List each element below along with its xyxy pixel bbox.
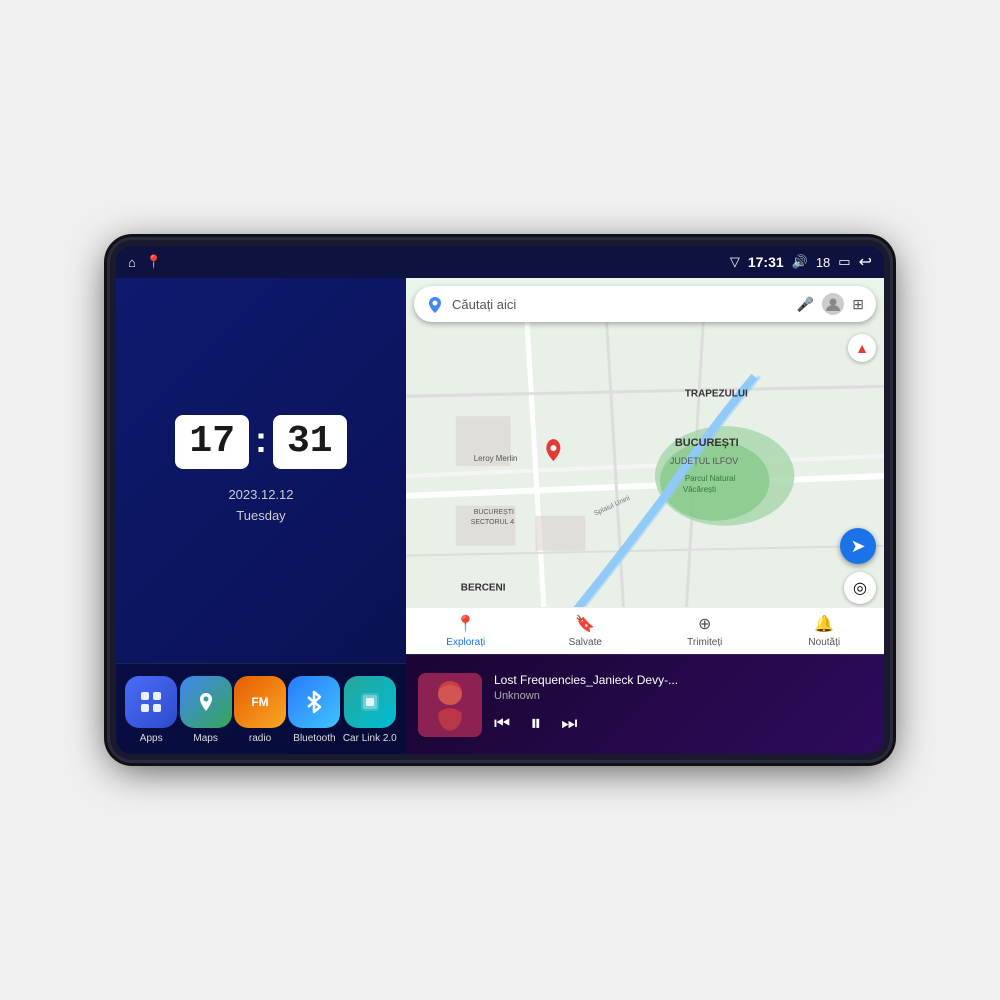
layers-icon[interactable]: ⊞ — [852, 296, 864, 313]
svg-text:BUCUREȘTI: BUCUREȘTI — [474, 509, 514, 516]
music-section: Lost Frequencies_Janieck Devy-... Unknow… — [406, 654, 884, 754]
saved-label: Salvate — [569, 637, 602, 648]
svg-text:Parcul Natural: Parcul Natural — [685, 474, 736, 483]
clock-minutes: 31 — [287, 420, 333, 463]
status-bar: ⌂ 📍 ▽ 17:31 🔊 18 ▭ ↩ — [116, 246, 884, 278]
apps-icon — [125, 676, 177, 728]
left-panel: 17 : 31 2023.12.12 Tuesday — [116, 278, 406, 754]
battery-icon: ▭ — [838, 254, 850, 270]
maps-label: Maps — [193, 733, 217, 744]
explore-icon: 📍 — [456, 614, 476, 634]
clock-hours: 17 — [189, 420, 235, 463]
radio-label: radio — [249, 733, 271, 744]
contribute-icon: ⊕ — [698, 614, 711, 634]
svg-text:Văcărești: Văcărești — [683, 485, 716, 494]
navigation-btn[interactable]: ➤ — [840, 528, 876, 564]
apps-section: Apps Maps FM radi — [116, 663, 406, 754]
bluetooth-label: Bluetooth — [293, 733, 335, 744]
status-left: ⌂ 📍 — [128, 254, 162, 270]
voice-search-icon[interactable]: 🎤 — [797, 296, 814, 313]
map-section[interactable]: TRAPEZULUI BUCUREȘTI JUDEȚUL ILFOV BERCE… — [406, 278, 884, 654]
screen: ⌂ 📍 ▽ 17:31 🔊 18 ▭ ↩ 17 — [116, 246, 884, 754]
svg-text:SECTORUL 4: SECTORUL 4 — [471, 519, 514, 526]
nav-explore[interactable]: 📍 Explorați — [406, 608, 526, 654]
account-icon[interactable] — [822, 293, 844, 315]
clock-date-section: 2023.12.12 Tuesday — [228, 485, 293, 527]
clock-section: 17 : 31 2023.12.12 Tuesday — [116, 278, 406, 663]
map-search-actions: 🎤 ⊞ — [797, 293, 864, 315]
map-search-text: Căutați aici — [452, 297, 789, 312]
google-maps-icon — [426, 295, 444, 313]
next-button[interactable]: ⏭ — [561, 713, 577, 734]
nav-news[interactable]: 🔔 Noutăți — [765, 608, 885, 654]
nav-saved[interactable]: 🔖 Salvate — [526, 608, 646, 654]
contribute-label: Trimiteți — [687, 637, 722, 648]
app-item-carlink[interactable]: Car Link 2.0 — [343, 676, 397, 744]
location-btn[interactable]: ◎ — [844, 572, 876, 604]
right-panel: TRAPEZULUI BUCUREȘTI JUDEȚUL ILFOV BERCE… — [406, 278, 884, 754]
bluetooth-app-icon — [288, 676, 340, 728]
app-item-radio[interactable]: FM radio — [234, 676, 286, 744]
music-title: Lost Frequencies_Janieck Devy-... — [494, 673, 872, 687]
explore-label: Explorați — [446, 637, 485, 648]
clock-minutes-block: 31 — [273, 415, 347, 469]
music-artist: Unknown — [494, 690, 872, 702]
news-label: Noutăți — [808, 637, 840, 648]
news-icon: 🔔 — [814, 614, 834, 634]
home-icon[interactable]: ⌂ — [128, 255, 136, 270]
clock-display: 17 : 31 — [175, 415, 346, 469]
clock-hours-block: 17 — [175, 415, 249, 469]
clock-date: 2023.12.12 — [228, 485, 293, 506]
back-icon[interactable]: ↩ — [859, 252, 872, 272]
music-controls: ⏮ ⏸ ⏭ — [494, 710, 872, 736]
volume-level: 18 — [816, 255, 830, 270]
svg-text:TRAPEZULUI: TRAPEZULUI — [685, 388, 748, 399]
clock-weekday: Tuesday — [228, 506, 293, 527]
maps-status-icon[interactable]: 📍 — [146, 254, 162, 270]
saved-icon: 🔖 — [575, 614, 595, 634]
compass-icon: ▲ — [848, 334, 876, 362]
carlink-icon — [344, 676, 396, 728]
app-item-bluetooth[interactable]: Bluetooth — [288, 676, 340, 744]
album-art — [418, 673, 482, 737]
main-area: 17 : 31 2023.12.12 Tuesday — [116, 278, 884, 754]
nav-contribute[interactable]: ⊕ Trimiteți — [645, 608, 765, 654]
map-search-bar[interactable]: Căutați aici 🎤 ⊞ — [414, 286, 876, 322]
car-display-device: ⌂ 📍 ▽ 17:31 🔊 18 ▭ ↩ 17 — [110, 240, 890, 760]
svg-text:BUCUREȘTI: BUCUREȘTI — [675, 437, 739, 449]
radio-app-icon: FM — [234, 676, 286, 728]
app-item-apps[interactable]: Apps — [125, 676, 177, 744]
svg-text:Leroy Merlin: Leroy Merlin — [474, 454, 518, 463]
map-nav-bar: 📍 Explorați 🔖 Salvate ⊕ Trimiteți 🔔 — [406, 607, 884, 654]
music-info: Lost Frequencies_Janieck Devy-... Unknow… — [494, 673, 872, 736]
status-right: ▽ 17:31 🔊 18 ▭ ↩ — [730, 252, 872, 272]
svg-text:JUDEȚUL ILFOV: JUDEȚUL ILFOV — [670, 456, 738, 466]
prev-button[interactable]: ⏮ — [494, 713, 510, 734]
maps-icon — [180, 676, 232, 728]
svg-text:BERCENI: BERCENI — [461, 582, 506, 593]
volume-icon: 🔊 — [792, 254, 808, 270]
play-pause-button[interactable]: ⏸ — [530, 710, 541, 736]
clock-colon: : — [255, 422, 267, 458]
time-display: 17:31 — [748, 254, 784, 270]
carlink-label: Car Link 2.0 — [343, 733, 397, 744]
signal-icon: ▽ — [730, 254, 740, 270]
app-item-maps[interactable]: Maps — [180, 676, 232, 744]
apps-label: Apps — [140, 733, 163, 744]
